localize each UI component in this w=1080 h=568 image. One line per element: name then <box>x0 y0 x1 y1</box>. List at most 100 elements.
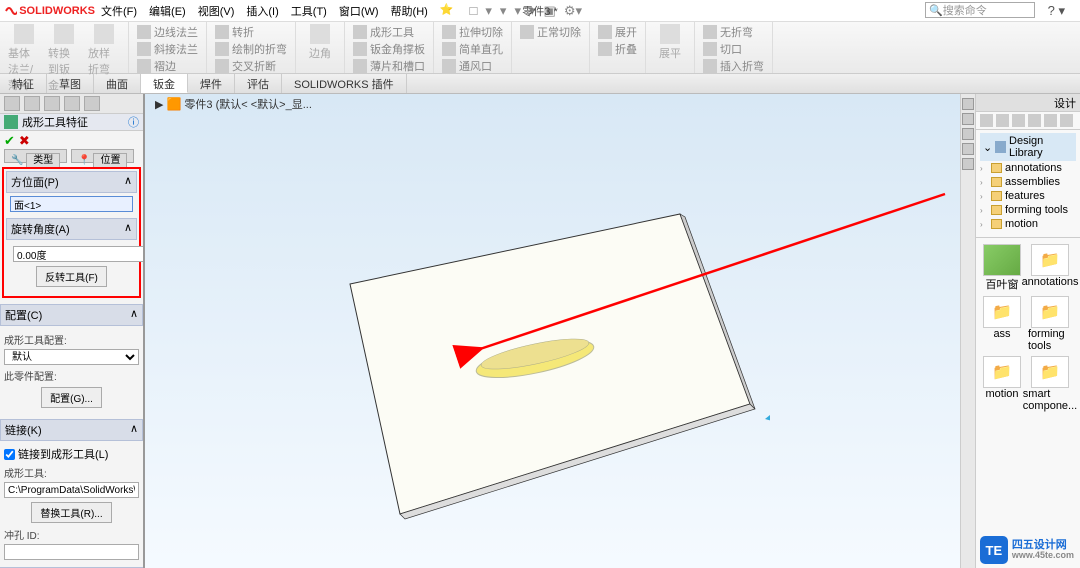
ribbon-insert-bends[interactable]: 插入折弯 <box>703 58 764 74</box>
feature-subtabs: 🔧 类型 📍 位置 <box>0 147 143 165</box>
forward-icon[interactable] <box>996 114 1009 127</box>
home-lib-icon[interactable] <box>1012 114 1025 127</box>
tab-features[interactable]: 特征 <box>0 74 47 93</box>
config-button[interactable]: 配置(G)... <box>41 387 102 408</box>
tree-forming-tools[interactable]: ›forming tools <box>980 203 1076 217</box>
reverse-tool-button[interactable]: 反转工具(F) <box>36 266 107 287</box>
menu-file[interactable]: 文件(F) <box>95 3 143 19</box>
help-link-icon[interactable]: ⓘ <box>128 114 139 130</box>
folder-icon <box>991 191 1002 201</box>
ribbon-simple-hole[interactable]: 简单直孔 <box>442 41 503 57</box>
open-icon[interactable]: ▾ <box>485 3 492 19</box>
ribbon-cross-break[interactable]: 交叉折断 <box>215 58 287 74</box>
options-icon[interactable]: ⚙▾ <box>564 3 582 19</box>
app-logo: SOLIDWORKS <box>0 0 95 22</box>
tree-annotations[interactable]: ›annotations <box>980 161 1076 175</box>
save-icon[interactable]: ▾ <box>500 3 507 19</box>
rotation-angle-header[interactable]: 旋转角度(A)∧ <box>6 218 137 240</box>
appearance-icon[interactable] <box>962 113 974 125</box>
ribbon-gusset[interactable]: 钣金角撑板 <box>353 41 425 57</box>
home-icon[interactable] <box>962 98 974 110</box>
ribbon-sketched-bend[interactable]: 绘制的折弯 <box>215 41 287 57</box>
custom-props-icon[interactable] <box>962 128 974 140</box>
config-tab-icon[interactable] <box>44 96 60 111</box>
ribbon-extrude-cut[interactable]: 拉伸切除 <box>442 24 503 40</box>
filter-icon[interactable] <box>1060 114 1073 127</box>
decal-icon[interactable] <box>962 143 974 155</box>
ribbon-miter-flange[interactable]: 斜接法兰 <box>137 41 198 57</box>
subtab-type[interactable]: 🔧 类型 <box>4 149 67 163</box>
config-dropdown[interactable]: 默认 <box>4 349 139 365</box>
ribbon-hem[interactable]: 褶边 <box>137 58 198 74</box>
ribbon-forming-tool[interactable]: 成形工具 <box>353 24 425 40</box>
ribbon-corners[interactable]: 边角 <box>304 24 336 61</box>
cancel-icon[interactable]: ✖ <box>19 133 30 145</box>
menu-insert[interactable]: 插入(I) <box>240 3 284 19</box>
ribbon-no-bends[interactable]: 无折弯 <box>703 24 764 40</box>
dimxpert-tab-icon[interactable] <box>64 96 80 111</box>
ribbon-rip[interactable]: 切口 <box>703 41 764 57</box>
feature-tree-tab-icon[interactable] <box>4 96 20 111</box>
tab-sketch[interactable]: 草图 <box>47 74 94 93</box>
tab-surface[interactable]: 曲面 <box>94 74 141 93</box>
add-loc-icon[interactable] <box>1028 114 1041 127</box>
thumb-smart[interactable]: 📁smart compone... <box>1028 356 1072 412</box>
ribbon-edge-flange[interactable]: 边线法兰 <box>137 24 198 40</box>
new-icon[interactable]: □ <box>470 3 478 18</box>
thumb-ass[interactable]: 📁ass <box>980 296 1024 352</box>
folder-icon <box>991 219 1002 229</box>
config-header[interactable]: 配置(C)∧ <box>0 304 143 326</box>
punch-id-input[interactable] <box>4 544 139 560</box>
ribbon-vent[interactable]: 通风口 <box>442 58 503 74</box>
ribbon-fold[interactable]: 折叠 <box>598 41 637 57</box>
menu-pin-icon[interactable]: ⭐ <box>434 3 460 19</box>
display-tab-icon[interactable] <box>84 96 100 111</box>
angle-input[interactable] <box>13 246 145 262</box>
placement-face-header[interactable]: 方位面(P)∧ <box>6 171 137 193</box>
tree-assemblies[interactable]: ›assemblies <box>980 175 1076 189</box>
thumb-motion[interactable]: 📁motion <box>980 356 1024 412</box>
menu-edit[interactable]: 编辑(E) <box>143 3 192 19</box>
menu-help[interactable]: 帮助(H) <box>385 3 434 19</box>
search-input[interactable]: 🔍搜索命令 <box>925 2 1035 18</box>
ribbon-unfold[interactable]: 展开 <box>598 24 637 40</box>
replace-tool-button[interactable]: 替换工具(R)... <box>31 502 111 523</box>
tab-weldments[interactable]: 焊件 <box>188 74 235 93</box>
tree-features[interactable]: ›features <box>980 189 1076 203</box>
feature-breadcrumb[interactable]: ▶ 🟧 零件3 (默认< <默认>_显... <box>155 96 312 112</box>
menu-window[interactable]: 窗口(W) <box>333 3 385 19</box>
ribbon-tab-slot[interactable]: 薄片和槽口 <box>353 58 425 74</box>
link-checkbox[interactable] <box>4 449 15 460</box>
thumb-louver[interactable]: 百叶窗 <box>980 244 1024 292</box>
rotate-handle-icon <box>765 411 770 421</box>
ok-icon[interactable]: ✔ <box>4 133 15 145</box>
subtab-position[interactable]: 📍 位置 <box>71 149 134 163</box>
tab-addins[interactable]: SOLIDWORKS 插件 <box>282 74 407 93</box>
face-selection-input[interactable] <box>10 196 133 212</box>
link-checkbox-label: 链接到成形工具(L) <box>18 446 108 462</box>
ribbon-normal-cut[interactable]: 正常切除 <box>520 24 581 40</box>
watermark-badge: TE <box>980 536 1008 564</box>
tab-evaluate[interactable]: 评估 <box>235 74 282 93</box>
help-icon[interactable]: ? ▾ <box>1048 3 1065 19</box>
back-icon[interactable] <box>980 114 993 127</box>
refresh-icon[interactable] <box>1044 114 1057 127</box>
thumb-annotations[interactable]: 📁annotations <box>1028 244 1072 292</box>
property-tab-icon[interactable] <box>24 96 40 111</box>
feature-title: 成形工具特征 ⓘ <box>0 114 143 131</box>
ribbon-flatten[interactable]: 展平 <box>654 24 686 61</box>
folder-icon <box>991 177 1002 187</box>
expand-icon[interactable]: ▶ <box>155 98 163 111</box>
tool-path-input[interactable] <box>4 482 139 498</box>
light-icon[interactable] <box>962 158 974 170</box>
menu-tools[interactable]: 工具(T) <box>285 3 333 19</box>
tab-sheetmetal[interactable]: 钣金 <box>141 74 188 93</box>
link-header[interactable]: 链接(K)∧ <box>0 419 143 441</box>
graphics-viewport[interactable]: ▶ 🟧 零件3 (默认< <默认>_显... <box>145 94 960 568</box>
design-library-root[interactable]: ⌄Design Library <box>980 133 1076 161</box>
thumb-forming[interactable]: 📁forming tools <box>1028 296 1072 352</box>
ribbon-jog[interactable]: 转折 <box>215 24 287 40</box>
tree-motion[interactable]: ›motion <box>980 217 1076 231</box>
menu-view[interactable]: 视图(V) <box>192 3 241 19</box>
print-icon[interactable]: ▾ <box>514 3 521 19</box>
